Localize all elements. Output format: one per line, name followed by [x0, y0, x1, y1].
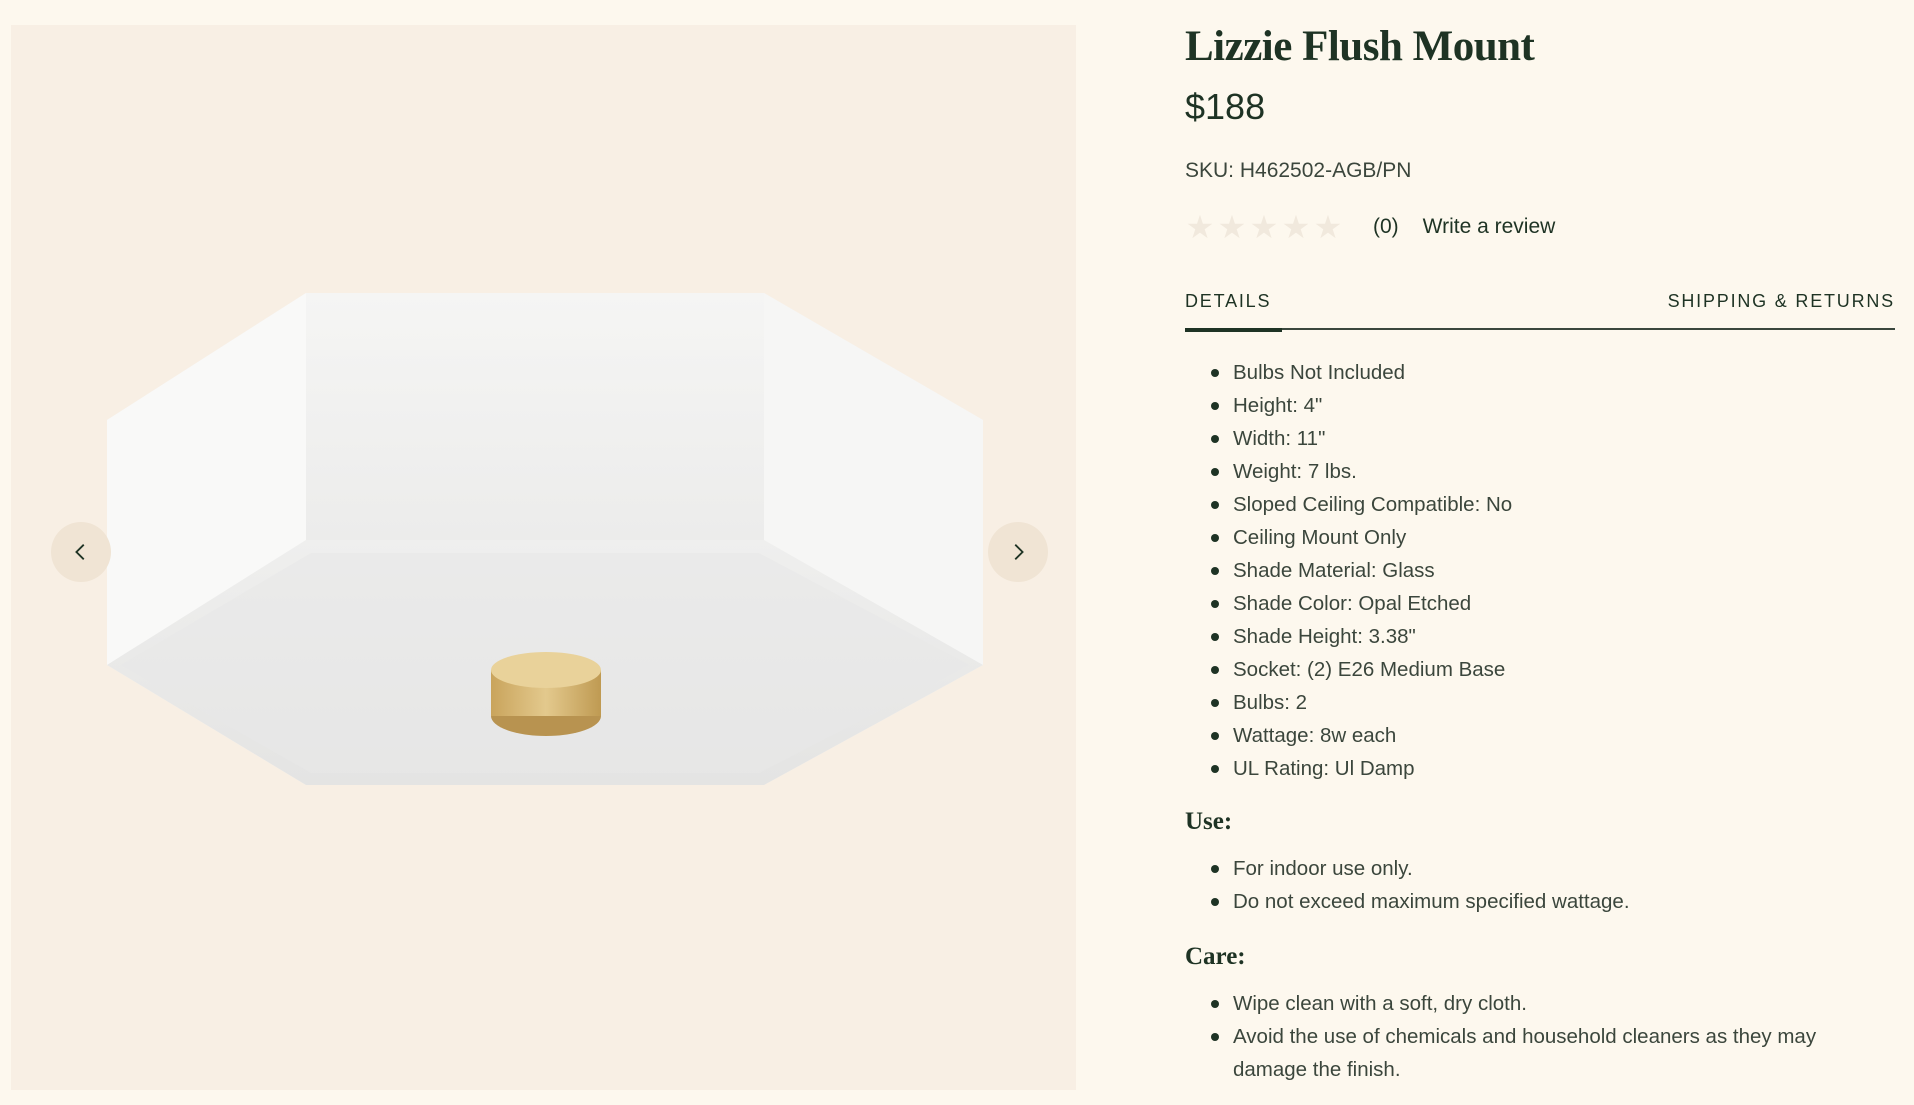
list-item: Shade Color: Opal Etched: [1211, 587, 1895, 620]
product-sku: SKU: H462502-AGB/PN: [1185, 159, 1412, 182]
list-item: Sloped Ceiling Compatible: No: [1211, 488, 1895, 521]
tab-details[interactable]: DETAILS: [1185, 291, 1271, 312]
list-item: Do not exceed maximum specified wattage.: [1211, 885, 1895, 918]
list-item: Wattage: 8w each: [1211, 719, 1895, 752]
list-item: Avoid the use of chemicals and household…: [1211, 1020, 1895, 1086]
star-icon: ★: [1313, 209, 1343, 245]
care-heading: Care:: [1185, 943, 1246, 970]
list-item: Wipe clean with a soft, dry cloth.: [1211, 987, 1895, 1020]
list-item: Height: 4": [1211, 389, 1895, 422]
product-title: Lizzie Flush Mount: [1185, 23, 1535, 70]
list-item: Ceiling Mount Only: [1211, 521, 1895, 554]
active-tab-indicator: [1185, 328, 1282, 332]
product-gallery: [11, 25, 1076, 1090]
star-icon: ★: [1281, 209, 1311, 245]
gallery-prev-button[interactable]: [51, 522, 111, 582]
tab-shipping-returns[interactable]: SHIPPING & RETURNS: [1668, 291, 1895, 312]
list-item: Weight: 7 lbs.: [1211, 455, 1895, 488]
rating-row: ★ ★ ★ ★ ★ (0) Write a review: [1185, 207, 1556, 247]
list-item: Shade Material: Glass: [1211, 554, 1895, 587]
product-image: [107, 293, 983, 785]
use-heading: Use:: [1185, 808, 1233, 835]
list-item: Bulbs: 2: [1211, 686, 1895, 719]
product-tabs: DETAILS SHIPPING & RETURNS: [1185, 287, 1895, 332]
list-item: Width: 11": [1211, 422, 1895, 455]
details-list: Bulbs Not Included Height: 4" Width: 11"…: [1211, 356, 1895, 785]
product-price: $188: [1185, 86, 1266, 127]
gallery-next-button[interactable]: [988, 522, 1048, 582]
list-item: Shade Height: 3.38": [1211, 620, 1895, 653]
care-list: Wipe clean with a soft, dry cloth. Avoid…: [1211, 987, 1895, 1086]
use-list: For indoor use only. Do not exceed maxim…: [1211, 852, 1895, 918]
list-item: UL Rating: Ul Damp: [1211, 752, 1895, 785]
list-item: Socket: (2) E26 Medium Base: [1211, 653, 1895, 686]
write-review-link[interactable]: Write a review: [1423, 215, 1556, 239]
star-icon: ★: [1249, 209, 1279, 245]
review-count: (0): [1373, 215, 1399, 238]
list-item: For indoor use only.: [1211, 852, 1895, 885]
star-icon: ★: [1185, 209, 1215, 245]
list-item: Bulbs Not Included: [1211, 356, 1895, 389]
chevron-left-icon: [75, 544, 85, 560]
star-rating[interactable]: ★ ★ ★ ★ ★: [1185, 209, 1343, 245]
star-icon: ★: [1217, 209, 1247, 245]
chevron-right-icon: [1014, 544, 1024, 560]
